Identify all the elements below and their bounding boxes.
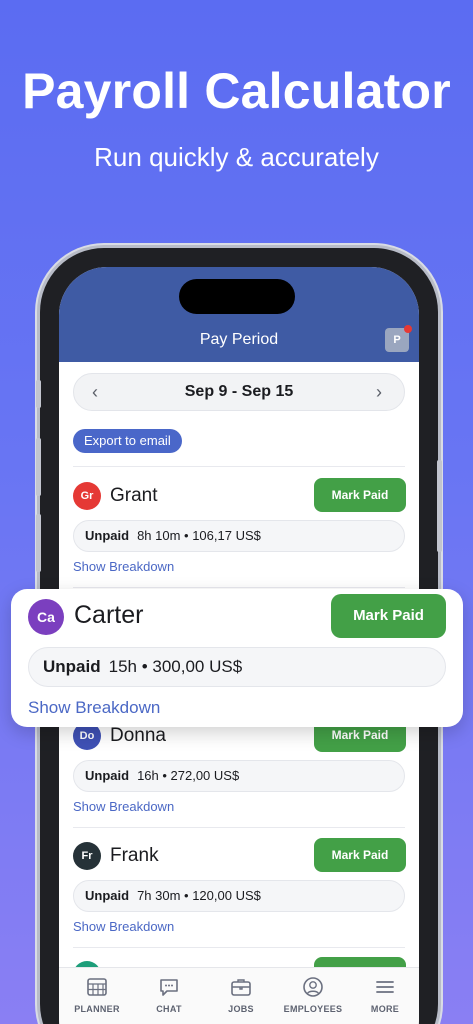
hours-amount: 7h 30m • 120,00 US$: [137, 888, 261, 903]
employee-name: Grant: [110, 485, 158, 506]
tab-more[interactable]: MORE: [349, 976, 419, 1014]
tab-label: PLANNER: [74, 1004, 120, 1014]
chat-icon: [160, 979, 178, 996]
tab-employees[interactable]: EMPLOYEES: [277, 976, 349, 1014]
employee-name: Donna: [110, 725, 166, 746]
hours-amount: 8h 10m • 106,17 US$: [137, 528, 261, 543]
dynamic-island: [179, 279, 295, 314]
highlighted-employee-card: Ca Carter Mark Paid Unpaid 15h • 300,00 U…: [11, 589, 463, 727]
pay-period-selector: ‹ Sep 9 - Sep 15 ›: [73, 373, 405, 411]
chevron-right-icon[interactable]: ›: [376, 382, 382, 403]
hero-title: Payroll Calculator: [22, 63, 451, 119]
phone-side-button: [437, 460, 442, 552]
page-title: Pay Period: [199, 331, 279, 348]
employee-name: Frank: [110, 845, 159, 866]
show-breakdown-link[interactable]: Show Breakdown: [73, 799, 174, 814]
status-badge: Unpaid: [43, 657, 101, 676]
tab-jobs[interactable]: JOBS: [205, 976, 277, 1014]
hours-amount: 16h • 272,00 US$: [137, 768, 240, 783]
phone-side-button: [36, 514, 41, 572]
avatar: Fr: [73, 842, 101, 870]
tab-chat[interactable]: CHAT: [133, 976, 205, 1014]
tab-planner[interactable]: PLANNER: [61, 976, 133, 1014]
app-header: Pay Period P: [59, 267, 419, 362]
export-to-email-button[interactable]: Export to email: [73, 429, 182, 453]
employee-name: Carter: [74, 601, 144, 629]
status-badge: Unpaid: [85, 528, 130, 543]
pay-summary: Unpaid 15h • 300,00 US$: [28, 647, 446, 687]
hero-subtitle: Run quickly & accurately: [94, 142, 379, 172]
planner-icon: [87, 978, 107, 996]
tab-label: EMPLOYEES: [283, 1004, 343, 1014]
show-breakdown-link[interactable]: Show Breakdown: [73, 559, 174, 574]
notification-badge: [404, 325, 412, 333]
divider: [73, 466, 405, 467]
jobs-icon: [231, 979, 251, 996]
pay-summary: Unpaid 7h 30m • 120,00 US$: [73, 880, 405, 912]
bottom-tab-bar: PLANNER CHAT JOBS EMPLOYEES MORE: [59, 967, 419, 1024]
pay-summary: Unpaid 8h 10m • 106,17 US$: [73, 520, 405, 552]
mark-paid-button[interactable]: Mark Paid: [314, 478, 406, 512]
tab-label: MORE: [370, 1004, 400, 1014]
tab-label: JOBS: [228, 1004, 254, 1014]
more-icon: [376, 981, 394, 993]
divider: [73, 587, 405, 588]
mark-paid-button[interactable]: Mark Paid: [314, 838, 406, 872]
phone-side-button: [36, 380, 41, 408]
status-badge: Unpaid: [85, 768, 130, 783]
show-breakdown-link[interactable]: Show Breakdown: [73, 919, 174, 934]
avatar: Gr: [73, 482, 101, 510]
divider: [73, 827, 405, 828]
pay-summary: Unpaid 16h • 272,00 US$: [73, 760, 405, 792]
phone-side-button: [36, 438, 41, 496]
avatar: Ca: [28, 599, 64, 635]
employees-icon: [303, 977, 323, 997]
tab-label: CHAT: [156, 1004, 182, 1014]
mark-paid-button[interactable]: Mark Paid: [331, 594, 446, 638]
hours-amount: 15h • 300,00 US$: [108, 657, 243, 676]
show-breakdown-link[interactable]: Show Breakdown: [28, 698, 160, 718]
pay-period-label: Sep 9 - Sep 15: [184, 383, 294, 400]
status-badge: Unpaid: [85, 888, 130, 903]
divider: [73, 947, 405, 948]
